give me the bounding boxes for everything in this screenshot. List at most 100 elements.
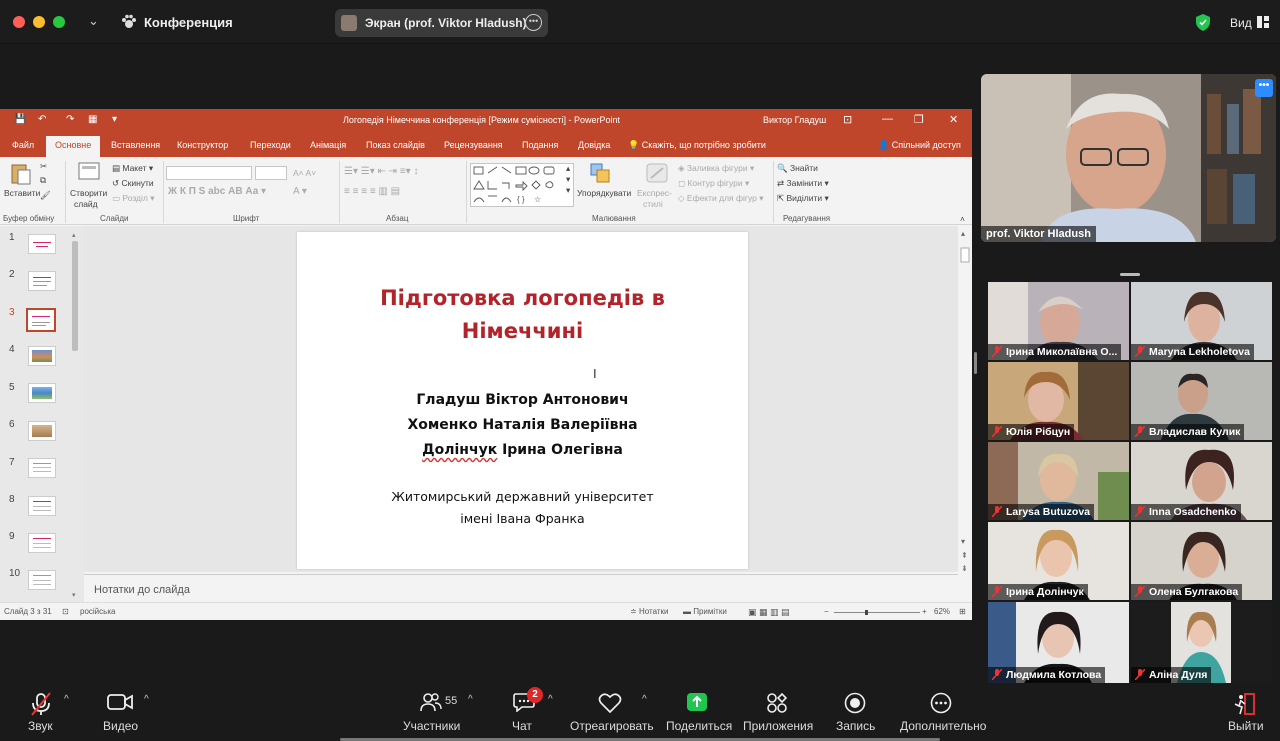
meeting-info-icon[interactable] xyxy=(120,13,138,31)
react-button[interactable] xyxy=(598,692,622,714)
zoom-out-icon[interactable]: − xyxy=(824,607,829,616)
spellcheck-icon[interactable]: ⊡ xyxy=(62,607,69,616)
slide-university-line-1[interactable]: Житомирський державний університет xyxy=(297,489,748,504)
slide-thumbnail-2[interactable] xyxy=(28,271,56,291)
section-button[interactable]: ▭ Розділ ▾ xyxy=(112,193,155,204)
tab-home[interactable]: Основне xyxy=(46,136,101,157)
thumbnails-scrollbar[interactable]: ▴▾ xyxy=(70,229,80,599)
copy-icon[interactable]: ⧉ xyxy=(40,175,46,186)
audio-button[interactable] xyxy=(28,692,54,716)
font-family-input[interactable] xyxy=(166,166,252,180)
tell-me-search[interactable]: 💡 Скажіть, що потрібно зробити xyxy=(628,140,766,151)
ppt-user-name[interactable]: Виктор Гладуш xyxy=(763,115,826,125)
more-button[interactable] xyxy=(930,692,952,714)
slide-title[interactable]: Підготовка логопедів в Німеччині xyxy=(297,282,748,348)
present-icon[interactable]: ▦ xyxy=(88,114,97,125)
view-button[interactable]: Вид xyxy=(1230,16,1252,30)
participants-button[interactable] xyxy=(420,692,442,712)
slide-thumbnail-7[interactable] xyxy=(28,458,56,478)
align-buttons[interactable]: ≡ ≡ ≡ ≡ ▥ ▤ xyxy=(344,186,400,197)
slide-thumbnail-10[interactable] xyxy=(28,570,56,590)
view-mode-buttons[interactable]: ▣ ▦ ▥ ▤ xyxy=(748,607,790,618)
participant-tile[interactable]: Larysa Butuzova xyxy=(988,442,1129,520)
participant-tile[interactable]: Олена Булгакова xyxy=(1131,522,1272,600)
language-indicator[interactable]: російська xyxy=(80,607,115,616)
layout-button[interactable]: ▤ Макет ▾ xyxy=(112,163,153,174)
find-button[interactable]: 🔍 Знайти xyxy=(777,163,818,174)
screen-share-indicator[interactable]: Экран (prof. Viktor Hladush) ••• xyxy=(335,9,548,37)
reset-button[interactable]: ↺ Скинути xyxy=(112,178,154,189)
tab-review[interactable]: Рецензування xyxy=(444,140,503,150)
slide-thumbnail-8[interactable] xyxy=(28,496,56,516)
slide-editing-area[interactable]: Підготовка логопедів в Німеччині I Гладу… xyxy=(84,226,958,572)
save-icon[interactable]: 💾 xyxy=(14,114,26,125)
comments-toggle[interactable]: ▬ Примітки xyxy=(683,607,727,616)
tab-slideshow[interactable]: Показ слайдів xyxy=(366,140,425,150)
security-shield-icon[interactable] xyxy=(1195,14,1211,31)
format-painter-icon[interactable]: 🖌 xyxy=(40,190,51,201)
minimize-window-button[interactable] xyxy=(33,16,45,28)
shapes-icon[interactable]: { } ☆ xyxy=(471,164,573,206)
tab-help[interactable]: Довідка xyxy=(578,140,610,150)
font-color-icon[interactable]: A ▾ xyxy=(293,186,307,197)
tab-animations[interactable]: Анімація xyxy=(310,140,346,150)
shapes-scroll-icon[interactable]: ▴ ▾ ▾ xyxy=(566,163,570,196)
font-grow-icon[interactable]: A˄ A˅ xyxy=(293,168,316,178)
list-buttons[interactable]: ☰▾ ☰▾ ⇤ ⇥ ≡▾ ↕ xyxy=(344,166,418,177)
select-button[interactable]: ⇱ Виділити ▾ xyxy=(777,193,829,204)
replace-button[interactable]: ⇄ Замінити ▾ xyxy=(777,178,829,189)
tab-file[interactable]: Файл xyxy=(12,140,34,150)
slide-author-3[interactable]: Долінчук Ірина Олегівна xyxy=(297,442,748,458)
notes-toggle[interactable]: ≐ Нотатки xyxy=(630,607,668,616)
tab-insert[interactable]: Вставлення xyxy=(111,140,160,150)
participant-tile[interactable]: Ірина Миколаївна О... xyxy=(988,282,1129,360)
participant-tile[interactable]: Аліна Дуля xyxy=(1131,602,1272,683)
zoom-slider[interactable] xyxy=(834,610,920,615)
participant-tile[interactable]: Владислав Кулик xyxy=(1131,362,1272,440)
zoom-level[interactable]: 62% xyxy=(934,607,950,616)
new-slide-icon[interactable] xyxy=(78,162,100,182)
arrange-icon[interactable] xyxy=(589,162,611,184)
participants-options-chevron[interactable]: ^ xyxy=(468,694,473,705)
participant-tile[interactable]: Людмила Котлова xyxy=(988,602,1129,683)
collapse-ribbon-icon[interactable]: ˄ xyxy=(960,214,965,224)
video-options-button[interactable]: ••• xyxy=(1255,79,1273,97)
fullscreen-window-button[interactable] xyxy=(53,16,65,28)
slide-thumbnail-4[interactable] xyxy=(28,346,56,366)
slide-thumbnail-3[interactable] xyxy=(26,308,56,332)
tab-view[interactable]: Подання xyxy=(522,140,558,150)
slide-author-2[interactable]: Хоменко Наталія Валеріївна xyxy=(297,417,748,433)
tab-transitions[interactable]: Переходи xyxy=(250,140,291,150)
slide-scrollbar[interactable]: ▴ ▾ ⇞ ⇟ xyxy=(958,226,972,602)
video-options-chevron[interactable]: ^ xyxy=(144,694,149,705)
participant-tile[interactable]: Юлія Рібцун xyxy=(988,362,1129,440)
react-options-chevron[interactable]: ^ xyxy=(642,694,647,705)
font-format-buttons[interactable]: Ж К П Ѕ abc АВ Аа ▾ xyxy=(168,186,266,197)
ribbon-display-icon[interactable]: ⊡ xyxy=(843,113,852,126)
close-icon[interactable]: ✕ xyxy=(949,113,958,126)
notes-pane[interactable]: Нотатки до слайда xyxy=(84,574,958,602)
more-options-icon[interactable]: ••• xyxy=(525,14,542,31)
close-window-button[interactable] xyxy=(13,16,25,28)
customize-qat-icon[interactable]: ▾ xyxy=(112,114,117,125)
slide-university-line-2[interactable]: імені Івана Франка xyxy=(297,511,748,526)
slide-thumbnail-5[interactable] xyxy=(28,383,56,403)
resize-handle[interactable] xyxy=(1120,273,1140,276)
slide-thumbnail-9[interactable] xyxy=(28,533,56,553)
restore-icon[interactable]: ❐ xyxy=(914,113,924,126)
minimize-icon[interactable]: — xyxy=(882,113,893,125)
cut-icon[interactable]: ✂ xyxy=(40,161,47,172)
share-button[interactable]: 👤 Спільний доступ xyxy=(878,140,961,151)
participant-tile[interactable]: Ірина Долінчук xyxy=(988,522,1129,600)
participant-tile[interactable]: Maryna Lekholetova xyxy=(1131,282,1272,360)
panel-resize-handle[interactable] xyxy=(974,352,977,374)
shape-effects-button[interactable]: ◇ Ефекти для фігур ▾ xyxy=(678,193,764,204)
leave-button[interactable] xyxy=(1233,692,1257,716)
participant-tile[interactable]: Inna Osadchenko xyxy=(1131,442,1272,520)
share-screen-button[interactable] xyxy=(686,692,708,712)
redo-icon[interactable]: ↷ xyxy=(66,114,74,125)
grid-view-icon[interactable] xyxy=(1257,16,1269,28)
fit-slide-icon[interactable]: ⊞ xyxy=(959,607,966,616)
video-button[interactable] xyxy=(107,692,133,712)
undo-icon[interactable]: ↶ xyxy=(38,114,46,125)
